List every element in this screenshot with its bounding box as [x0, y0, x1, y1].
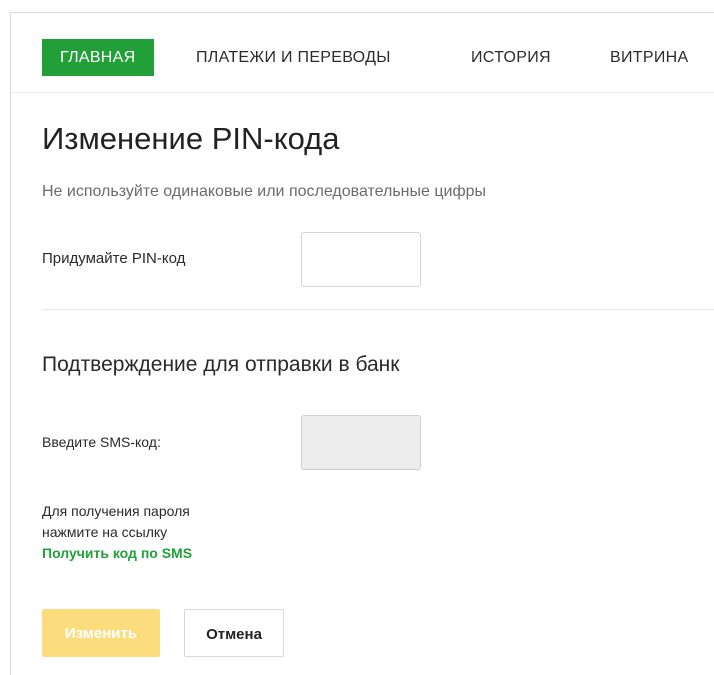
sms-help-text: Для получения пароля нажмите на ссылку П…: [42, 501, 192, 564]
sms-code-label: Введите SMS-код:: [42, 434, 161, 450]
help-line-2: нажмите на ссылку: [42, 524, 168, 540]
pin-hint: Не используйте одинаковые или последоват…: [42, 183, 487, 200]
change-button[interactable]: Изменить: [42, 609, 160, 657]
nav-item-payments[interactable]: ПЛАТЕЖИ И ПЕРЕВОДЫ: [196, 39, 391, 76]
section-divider: [42, 309, 714, 310]
nav-item-main[interactable]: ГЛАВНАЯ: [42, 39, 154, 76]
top-navigation: ГЛАВНАЯ ПЛАТЕЖИ И ПЕРЕВОДЫ ИСТОРИЯ ВИТРИ…: [11, 13, 714, 93]
page-frame: ГЛАВНАЯ ПЛАТЕЖИ И ПЕРЕВОДЫ ИСТОРИЯ ВИТРИ…: [10, 12, 714, 675]
pin-label: Придумайте PIN-код: [42, 250, 186, 267]
pin-input[interactable]: [301, 232, 421, 287]
nav-item-showcase[interactable]: ВИТРИНА: [610, 39, 688, 76]
nav-item-history[interactable]: ИСТОРИЯ: [471, 39, 551, 76]
sms-code-input[interactable]: [301, 415, 421, 470]
cancel-button[interactable]: Отмена: [184, 609, 284, 657]
help-line-1: Для получения пароля: [42, 503, 190, 519]
confirmation-title: Подтверждение для отправки в банк: [42, 353, 400, 376]
get-sms-code-link[interactable]: Получить код по SMS: [42, 543, 192, 564]
page-title: Изменение PIN-кода: [42, 121, 340, 156]
